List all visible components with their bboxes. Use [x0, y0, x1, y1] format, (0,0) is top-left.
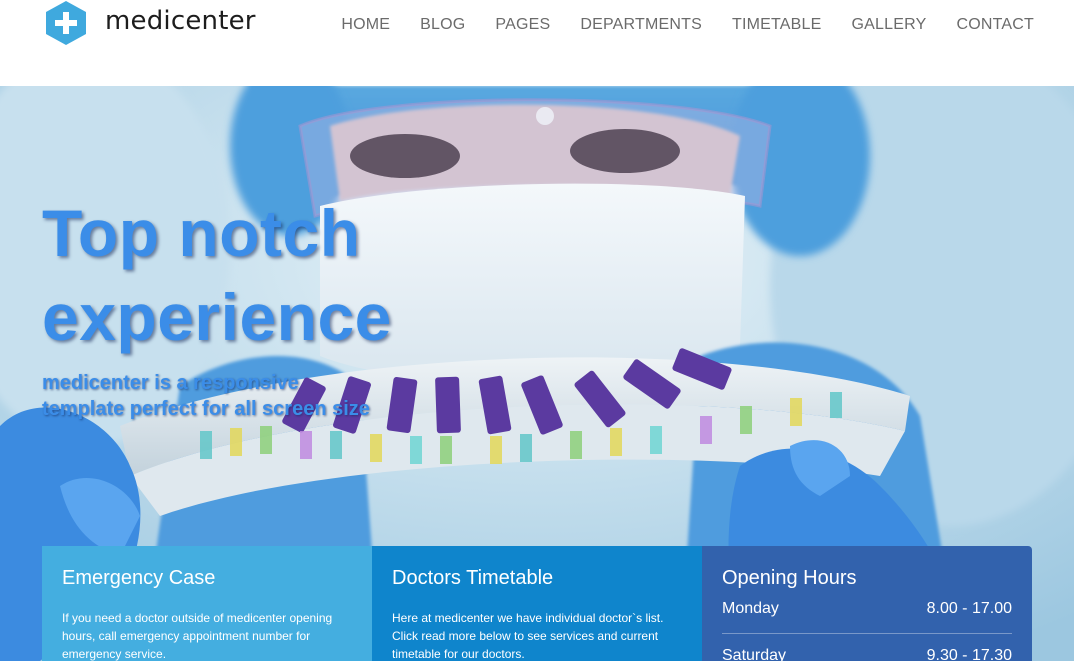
opening-hours-list: Monday 8.00 - 17.00 Saturday 9.30 - 17.3…: [722, 599, 1012, 661]
plus-hexagon-icon: [44, 0, 88, 46]
brand-name: medicenter: [105, 6, 256, 36]
info-boxes: Emergency Case If you need a doctor outs…: [42, 546, 1032, 661]
opening-hours-title: Opening Hours: [722, 567, 857, 589]
hours-time: 9.30 - 17.30: [926, 647, 1012, 661]
site-header: medicenter HOME BLOG PAGES DEPARTMENTS T…: [0, 0, 1074, 86]
doctors-timetable-text: Here at medicenter we have individual do…: [392, 611, 664, 661]
nav-gallery[interactable]: GALLERY: [837, 14, 942, 36]
emergency-case-text: If you need a doctor outside of medicent…: [62, 611, 333, 661]
emergency-case-title: Emergency Case: [62, 567, 216, 589]
emergency-case-box: Emergency Case If you need a doctor outs…: [42, 546, 372, 661]
hero-title: Top notch experience: [42, 196, 392, 354]
nav-timetable[interactable]: TIMETABLE: [717, 14, 837, 36]
doctors-timetable-title: Doctors Timetable: [392, 567, 554, 589]
hours-day: Monday: [722, 600, 779, 617]
opening-hours-box: Opening Hours Monday 8.00 - 17.00 Saturd…: [702, 546, 1032, 661]
hero-subtitle: medicenter is a responsive template perf…: [42, 372, 370, 420]
nav-home[interactable]: HOME: [326, 14, 405, 36]
main-nav: HOME BLOG PAGES DEPARTMENTS TIMETABLE GA…: [326, 14, 1034, 36]
nav-pages[interactable]: PAGES: [480, 14, 565, 36]
doctors-timetable-box: Doctors Timetable Here at medicenter we …: [372, 546, 702, 661]
hours-day: Saturday: [722, 647, 787, 661]
nav-contact[interactable]: CONTACT: [941, 14, 1034, 36]
hours-row: Saturday 9.30 - 17.30: [722, 646, 1012, 661]
hours-time: 8.00 - 17.00: [926, 600, 1012, 617]
nav-departments[interactable]: DEPARTMENTS: [565, 14, 717, 36]
site-logo[interactable]: medicenter: [44, 0, 256, 46]
hours-row: Monday 8.00 - 17.00: [722, 599, 1012, 634]
nav-blog[interactable]: BLOG: [405, 14, 480, 36]
